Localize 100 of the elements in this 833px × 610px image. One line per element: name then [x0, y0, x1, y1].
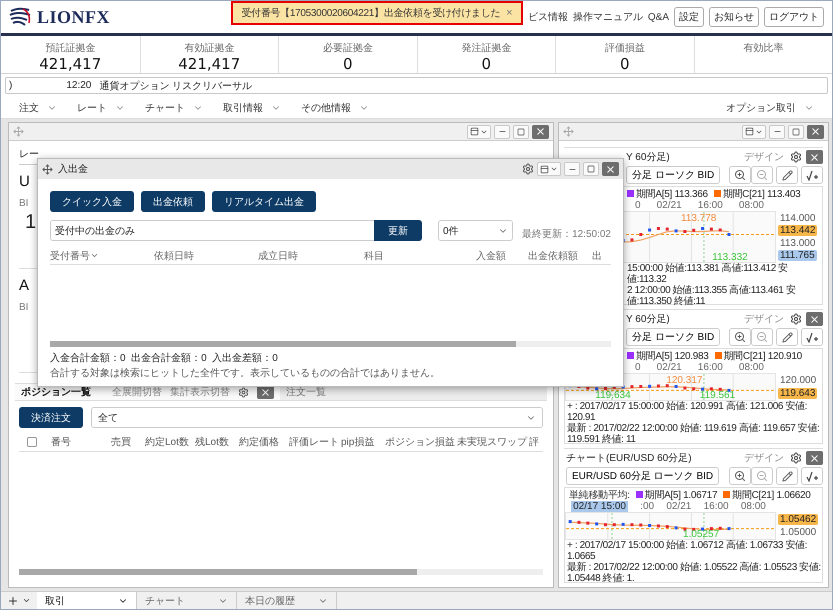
layout-menu-button[interactable] [742, 124, 766, 138]
close-button[interactable] [532, 124, 549, 138]
menu-item[interactable]: 注文 [19, 100, 57, 114]
column-header[interactable]: 依頼日時 [154, 248, 258, 262]
indicator-button[interactable] [801, 467, 823, 486]
price-annotation: 113.332 [712, 252, 748, 262]
chart-title: Y 60分足) [626, 313, 670, 326]
header-button[interactable]: お知らせ [709, 7, 759, 27]
summary-label: 必要証拠金 [322, 42, 373, 55]
minimize-button[interactable] [494, 124, 510, 138]
close-icon [809, 314, 820, 325]
menu-item[interactable]: その他情報 [301, 100, 369, 114]
header-button[interactable]: ログアウト [764, 7, 824, 27]
filter-select[interactable]: 全て [91, 407, 543, 428]
scrollbar[interactable] [19, 569, 543, 575]
action-button[interactable]: リアルタイム出金 [212, 191, 316, 212]
column-header[interactable]: 受付番号 [50, 248, 154, 262]
settings-icon[interactable] [790, 151, 802, 163]
maximize-button[interactable] [788, 124, 804, 138]
tab[interactable]: 取引 [37, 592, 137, 609]
design-link[interactable]: デザイン [744, 451, 784, 466]
summary-value: 421,417 [178, 55, 240, 73]
close-button[interactable] [806, 150, 823, 164]
close-icon [810, 126, 821, 137]
time-axis-label: 08:00 [740, 501, 766, 512]
close-button[interactable] [806, 312, 823, 326]
menu-item[interactable]: レート [77, 100, 125, 114]
menu-item[interactable]: チャート [145, 100, 203, 114]
time-axis-label: 0 [635, 200, 641, 211]
chart-type-button[interactable]: 分足 ローソク BID [626, 328, 720, 346]
count-select[interactable]: 0件 [438, 220, 513, 241]
notification-message: 受付番号【1705300020604221】出金依頼を受け付けました [241, 6, 500, 20]
refresh-button[interactable]: 更新 [374, 220, 422, 241]
ohlc-info: 最新 : 2017/02/22 12:00:00 始値: 1.05522 高値: 1.05523 安値: 1.05448 終値: 1. [567, 562, 822, 584]
zoom-in-button[interactable] [729, 166, 751, 184]
summary-value: 0 [342, 55, 353, 73]
header-link[interactable]: Q&A [648, 12, 669, 22]
indicator-button[interactable] [801, 328, 823, 346]
column-header: 残Lot数 [195, 436, 230, 448]
zoom-in-button[interactable] [729, 467, 751, 486]
minimize-button[interactable] [769, 124, 785, 138]
chart-type-button[interactable]: EUR/USD 60分足 ローソク BID [566, 467, 720, 486]
chart-type-button[interactable]: 分足 ローソク BID [626, 166, 720, 184]
action-button[interactable]: クイック入金 [50, 191, 134, 212]
zoom-in-button[interactable] [729, 328, 751, 346]
chart-title: チャート(EUR/USD 60分足) [566, 452, 692, 466]
maximize-button[interactable] [583, 162, 599, 176]
indicator-add-icon [806, 170, 818, 180]
column-header[interactable]: 出 [592, 248, 612, 262]
news-headline[interactable]: 通貨オプション リスクリバーサル [99, 78, 252, 92]
summary-label: 発注証拠金 [461, 42, 512, 55]
close-button[interactable]: × [506, 7, 513, 19]
ohlc-info: 最新 : 2017/02/22 12:00:00 始値: 119.619 高値: 119.657 安値: 119.591 終値: 11 [567, 423, 820, 446]
settle-order-button[interactable]: 決済注文 [19, 407, 83, 428]
action-button[interactable]: 出金依頼 [141, 191, 205, 212]
header-link[interactable]: 操作マニュアル [572, 10, 643, 24]
header-button[interactable]: 設定 [674, 7, 704, 27]
time-axis-label: :00 [640, 501, 654, 512]
column-header[interactable]: 入金額 [448, 248, 520, 262]
select-all-checkbox[interactable] [27, 436, 37, 446]
draw-button[interactable] [776, 328, 798, 346]
close-button[interactable] [807, 124, 824, 138]
header-link[interactable]: ビス情報 [528, 10, 568, 24]
currency-pair: A [19, 277, 30, 294]
summary-value: 0 [481, 55, 492, 73]
column-header[interactable]: 科目 [364, 248, 448, 262]
column-header[interactable]: 成立日時 [258, 248, 364, 262]
filter-field[interactable]: 受付中の出金のみ [50, 220, 374, 241]
column-header[interactable]: 出金依頼額 [520, 248, 592, 262]
maximize-icon [517, 128, 525, 136]
settings-icon[interactable] [790, 452, 802, 464]
close-button[interactable] [806, 451, 823, 466]
indicator-button[interactable] [801, 166, 823, 184]
menu-item[interactable]: オプション取引 [726, 100, 814, 114]
maximize-button[interactable] [513, 124, 529, 138]
menu-item[interactable]: 取引情報 [223, 100, 281, 114]
close-button[interactable] [602, 162, 619, 176]
legend-item: 期間C[21] 1.06620 [723, 488, 811, 502]
settings-icon[interactable] [522, 163, 534, 175]
draw-button[interactable] [776, 467, 798, 486]
zoom-out-icon [756, 169, 768, 181]
design-link[interactable]: デザイン [744, 312, 784, 326]
column-header: 評 [529, 436, 540, 448]
summary-label: 有効比率 [743, 42, 784, 55]
minimize-button[interactable] [564, 162, 580, 176]
layout-menu-button[interactable] [537, 162, 561, 176]
layout-menu-button[interactable] [467, 124, 491, 138]
tab[interactable]: レー [19, 147, 39, 161]
column-header: ポジション損益 [385, 436, 456, 448]
legend-item: 期間C[21] 120.910 [714, 348, 802, 363]
settings-icon[interactable] [238, 386, 249, 398]
move-icon[interactable] [42, 164, 53, 174]
settings-icon[interactable] [790, 313, 802, 326]
scrollbar[interactable] [50, 341, 611, 347]
summary-value: 0 [620, 55, 630, 73]
design-link[interactable]: デザイン [744, 150, 784, 164]
draw-button[interactable] [776, 166, 798, 184]
close-icon [809, 152, 820, 162]
price-axis-label: 113.000 [779, 238, 816, 249]
column-header: pip損益 [341, 436, 376, 448]
